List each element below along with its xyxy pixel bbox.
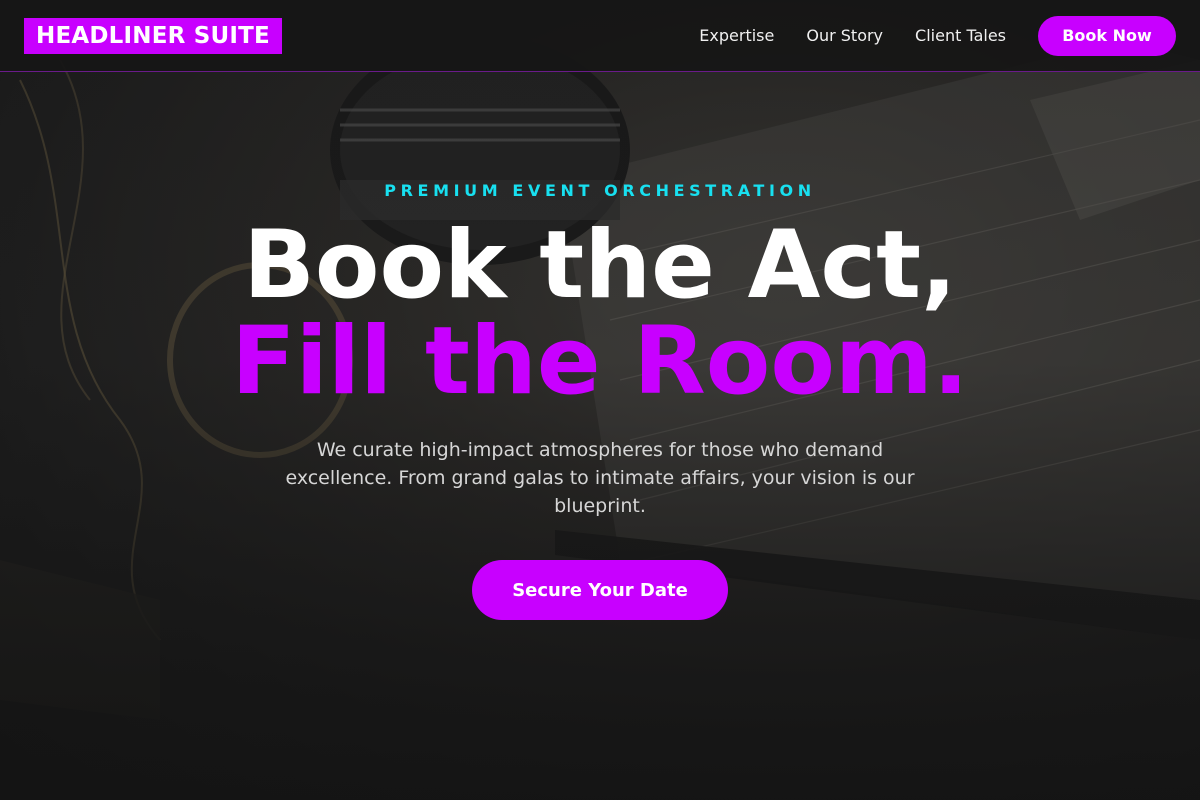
hero-description: We curate high-impact atmospheres for th… [285,439,915,517]
hero-section: PREMIUM EVENT ORCHESTRATION Book the Act… [0,0,1200,800]
secure-your-date-button[interactable]: Secure Your Date [472,560,728,620]
brand-logo[interactable]: HEADLINER SUITE [24,17,282,54]
nav-link-client-tales[interactable]: Client Tales [915,26,1006,45]
nav-menu: Expertise Our Story Client Tales Book No… [699,15,1176,56]
book-now-button[interactable]: Book Now [1038,15,1176,56]
nav-link-expertise[interactable]: Expertise [699,26,774,45]
nav-link-our-story[interactable]: Our Story [806,26,883,45]
hero-eyebrow: PREMIUM EVENT ORCHESTRATION [384,181,816,200]
hero-headline-line-1: Book the Act, [243,211,957,320]
top-navbar: HEADLINER SUITE Expertise Our Story Clie… [0,0,1200,72]
hero-headline-line-2: Fill the Room. [231,307,969,416]
